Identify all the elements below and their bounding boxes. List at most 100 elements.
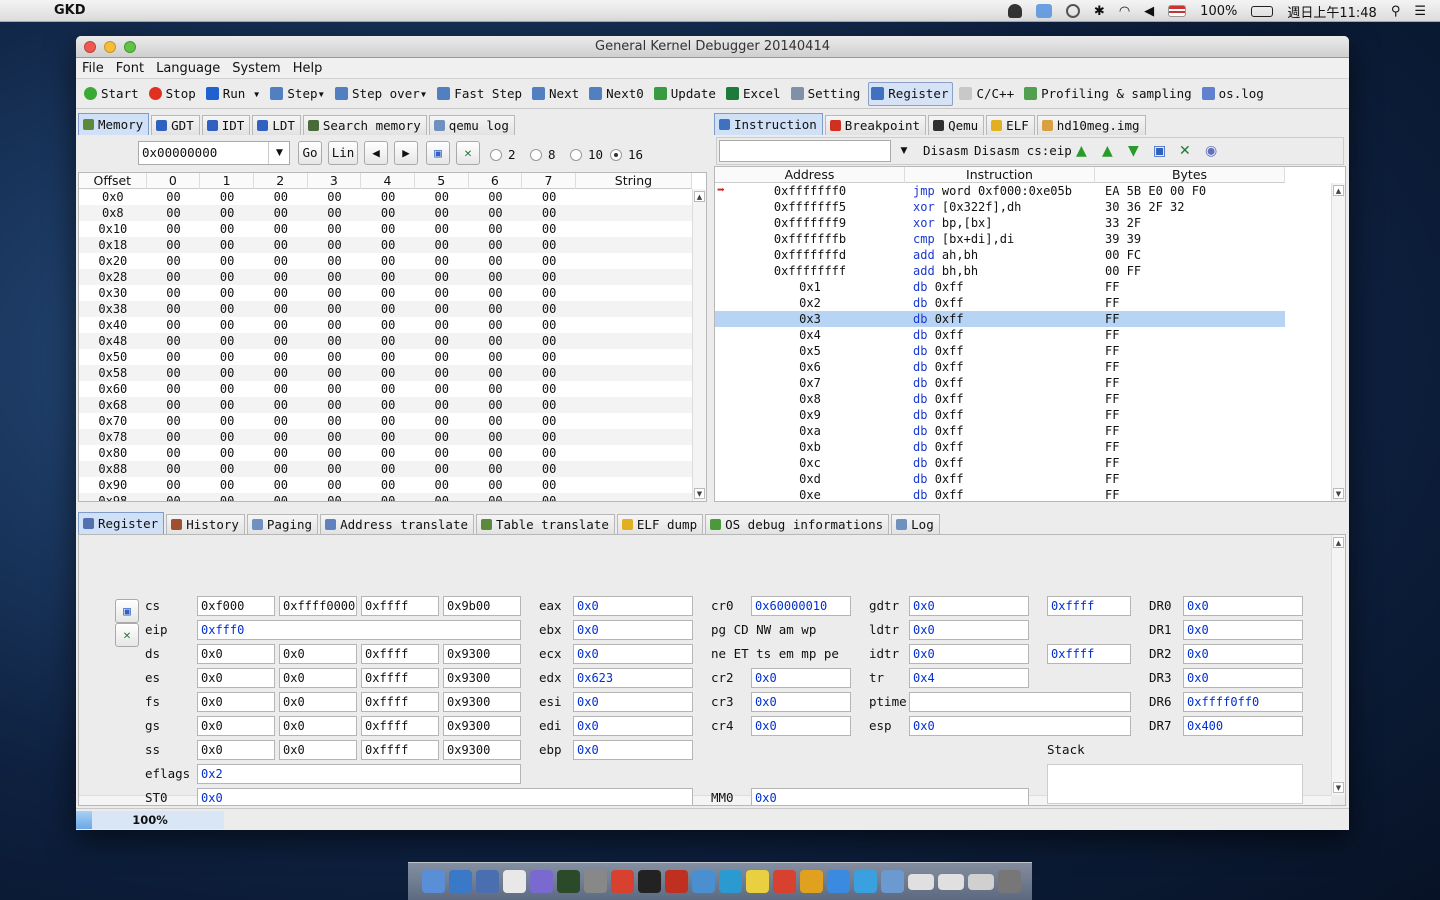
byte-cell[interactable]: 00 [147, 237, 201, 253]
memory-col-header[interactable]: 7 [522, 173, 576, 189]
reg-st-field[interactable]: 0x0 [197, 788, 693, 805]
byte-cell[interactable]: 00 [469, 253, 523, 269]
ins-scroll-down-icon[interactable]: ▼ [1333, 488, 1344, 499]
byte-cell[interactable]: 00 [200, 365, 254, 381]
byte-cell[interactable]: 00 [469, 493, 523, 501]
table-row[interactable]: 0x80 00 00 00 00 00 00 00 00 [79, 445, 692, 461]
dock-app-icon[interactable] [908, 873, 934, 890]
reg-ebp-field[interactable]: 0x0 [573, 740, 693, 760]
reg-cs-field-0[interactable]: 0xf000 [197, 596, 275, 616]
byte-cell[interactable]: 00 [200, 285, 254, 301]
byte-cell[interactable]: 00 [361, 333, 415, 349]
reg-ds-field-1[interactable]: 0x0 [279, 644, 357, 664]
reg-esp-field[interactable]: 0x0 [909, 716, 1131, 736]
byte-cell[interactable]: 00 [361, 269, 415, 285]
memory-col-header[interactable]: 2 [254, 173, 308, 189]
byte-cell[interactable]: 00 [361, 477, 415, 493]
tab-memory[interactable]: Memory [78, 113, 150, 135]
dock-app-icon[interactable] [584, 870, 607, 893]
byte-cell[interactable]: 00 [254, 237, 308, 253]
reg-cs-field-2[interactable]: 0xffff [361, 596, 439, 616]
byte-cell[interactable]: 00 [415, 237, 469, 253]
byte-cell[interactable]: 00 [200, 237, 254, 253]
byte-cell[interactable]: 00 [254, 285, 308, 301]
byte-cell[interactable]: 00 [147, 317, 201, 333]
reg-mm-field[interactable]: 0x0 [751, 788, 1029, 805]
forward-icon[interactable]: ▶ [394, 141, 418, 165]
byte-cell[interactable]: 00 [361, 397, 415, 413]
table-row[interactable]: 0x10 00 00 00 00 00 00 00 00 [79, 221, 692, 237]
byte-cell[interactable]: 00 [147, 349, 201, 365]
reg-scroll-down-icon[interactable]: ▼ [1333, 782, 1344, 793]
byte-cell[interactable]: 00 [361, 205, 415, 221]
reg-ecx-field[interactable]: 0x0 [573, 644, 693, 664]
dock-app-icon[interactable] [665, 870, 688, 893]
byte-cell[interactable]: 00 [147, 493, 201, 501]
dock-app-icon[interactable] [449, 870, 472, 893]
reg-ss-field-3[interactable]: 0x9300 [443, 740, 521, 760]
byte-cell[interactable]: 00 [361, 461, 415, 477]
byte-cell[interactable]: 00 [469, 397, 523, 413]
toolbar-start-button[interactable]: Start [82, 82, 143, 106]
byte-cell[interactable]: 00 [254, 189, 308, 205]
byte-cell[interactable]: 00 [254, 445, 308, 461]
byte-cell[interactable]: 00 [254, 333, 308, 349]
tab-os-debug-informations[interactable]: OS debug informations [705, 514, 890, 534]
toolbar-setting-button[interactable]: Setting [789, 82, 865, 106]
byte-cell[interactable]: 00 [254, 221, 308, 237]
byte-cell[interactable]: 00 [415, 413, 469, 429]
reg-cr2-field[interactable]: 0x0 [751, 668, 851, 688]
byte-cell[interactable]: 00 [522, 269, 576, 285]
byte-cell[interactable]: 00 [200, 445, 254, 461]
scroll-down-icon[interactable]: ▼ [694, 488, 705, 499]
memory-col-header[interactable]: String [576, 173, 693, 189]
byte-cell[interactable]: 00 [415, 381, 469, 397]
notification-icon[interactable] [1007, 4, 1022, 18]
memory-col-header[interactable]: 1 [200, 173, 254, 189]
byte-cell[interactable]: 00 [522, 349, 576, 365]
byte-cell[interactable]: 00 [147, 269, 201, 285]
reg-ss-field-1[interactable]: 0x0 [279, 740, 357, 760]
byte-cell[interactable]: 00 [415, 445, 469, 461]
byte-cell[interactable]: 00 [254, 269, 308, 285]
byte-cell[interactable]: 00 [147, 477, 201, 493]
byte-cell[interactable]: 00 [415, 205, 469, 221]
byte-cell[interactable]: 00 [469, 477, 523, 493]
byte-cell[interactable]: 00 [308, 445, 362, 461]
byte-cell[interactable]: 00 [200, 461, 254, 477]
byte-cell[interactable]: 00 [147, 205, 201, 221]
save-icon[interactable]: ▣ [426, 141, 450, 165]
toolbar-fast-step-button[interactable]: Fast Step [435, 82, 526, 106]
table-row[interactable]: 0xc db 0xff FF [715, 455, 1285, 471]
dock-app-icon[interactable] [422, 870, 445, 893]
memory-scrollbar[interactable]: ▲ ▼ [692, 189, 706, 501]
byte-cell[interactable]: 00 [147, 413, 201, 429]
byte-cell[interactable]: 00 [200, 413, 254, 429]
byte-cell[interactable]: 00 [361, 285, 415, 301]
minimize-icon[interactable] [104, 41, 116, 53]
reg-idtr-limit-field[interactable]: 0xffff [1047, 644, 1131, 664]
byte-cell[interactable]: 00 [254, 253, 308, 269]
tab-breakpoint[interactable]: Breakpoint [824, 115, 927, 135]
byte-cell[interactable]: 00 [308, 237, 362, 253]
eye-icon[interactable]: ◉ [1205, 143, 1217, 159]
byte-cell[interactable]: 00 [415, 477, 469, 493]
reg-cs-field-3[interactable]: 0x9b00 [443, 596, 521, 616]
toolbar-next0-button[interactable]: Next0 [587, 82, 648, 106]
menu-system[interactable]: System [226, 61, 286, 76]
byte-cell[interactable]: 00 [308, 381, 362, 397]
back-icon[interactable]: ◀ [364, 141, 388, 165]
byte-cell[interactable]: 00 [254, 429, 308, 445]
disasm-excel-icon[interactable]: ✕ [1179, 143, 1191, 159]
down-icon[interactable]: ▼ [1128, 143, 1139, 159]
reg-gs-field-2[interactable]: 0xffff [361, 716, 439, 736]
scroll-up-icon[interactable]: ▲ [694, 191, 705, 202]
byte-cell[interactable]: 00 [522, 221, 576, 237]
dock-app-icon[interactable] [638, 870, 661, 893]
bluetooth-icon[interactable]: ✱ [1094, 4, 1105, 19]
byte-cell[interactable]: 00 [415, 189, 469, 205]
reg-ds-field-0[interactable]: 0x0 [197, 644, 275, 664]
byte-cell[interactable]: 00 [522, 237, 576, 253]
byte-cell[interactable]: 00 [469, 413, 523, 429]
byte-cell[interactable]: 00 [469, 285, 523, 301]
